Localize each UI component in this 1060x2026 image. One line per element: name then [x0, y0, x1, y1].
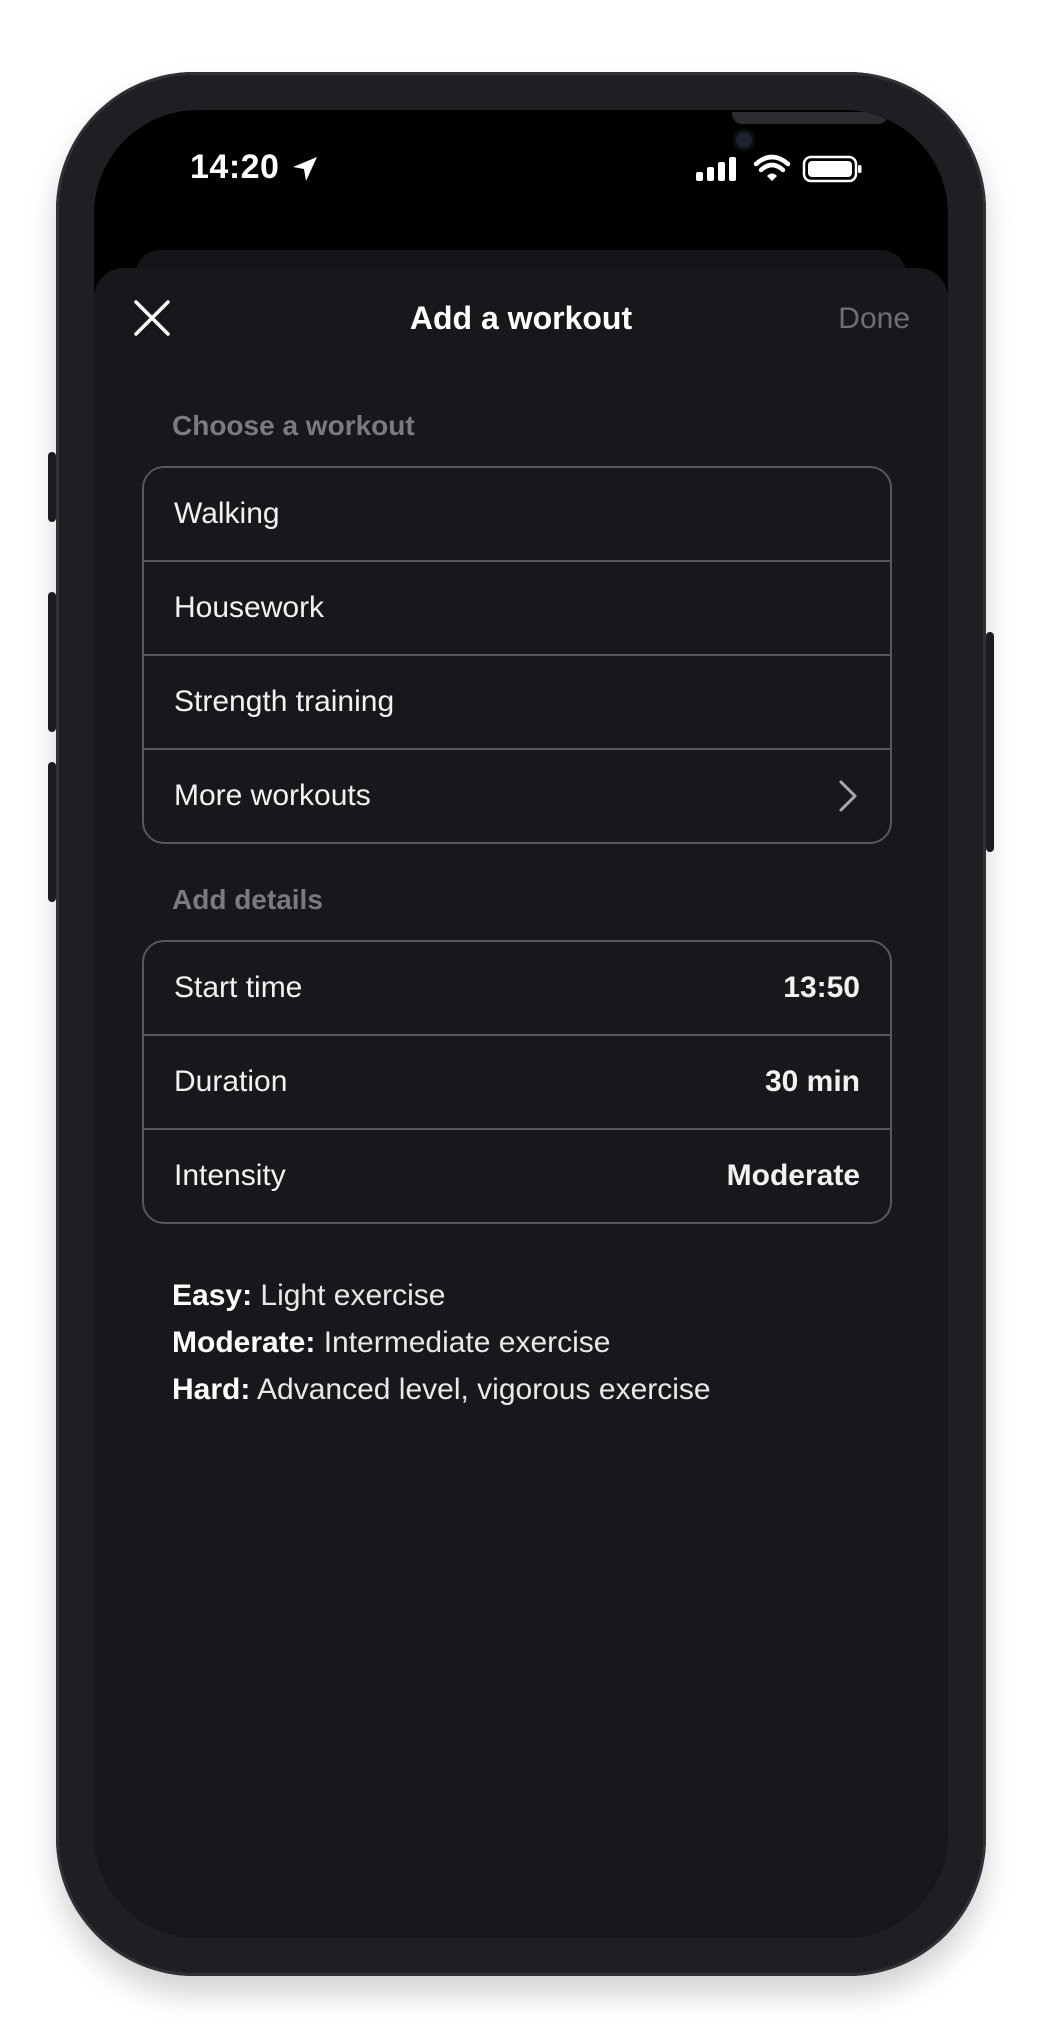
details-list: Start time 13:50 Duration 30 min Intensi…	[142, 940, 892, 1224]
detail-label: Duration	[174, 1065, 288, 1098]
screen: 14:20 Add a workout Done Choose a workou…	[94, 110, 948, 1938]
status-time: 14:20	[190, 148, 280, 186]
done-button[interactable]: Done	[838, 302, 910, 336]
volume-down-button	[48, 762, 56, 902]
legend-description: Intermediate exercise	[315, 1326, 611, 1359]
workout-list: Walking Housework Strength training More…	[142, 466, 892, 844]
wifi-icon	[753, 154, 791, 181]
duration-row[interactable]: Duration 30 min	[144, 1036, 890, 1130]
add-workout-sheet: Add a workout Done Choose a workout Walk…	[94, 268, 948, 1938]
intensity-legend-hard: Hard: Advanced level, vigorous exercise	[172, 1366, 711, 1413]
more-workouts-item[interactable]: More workouts	[144, 750, 890, 842]
screenshot-stage: 14:20 Add a workout Done Choose a workou…	[0, 0, 1060, 2026]
intensity-legend-moderate: Moderate: Intermediate exercise	[172, 1319, 711, 1366]
workout-item-walking[interactable]: Walking	[144, 468, 890, 562]
detail-value: Moderate	[726, 1159, 860, 1192]
legend-term: Easy:	[172, 1279, 253, 1312]
workout-item-housework[interactable]: Housework	[144, 562, 890, 656]
workout-item-label: Walking	[174, 497, 280, 530]
workout-item-label: More workouts	[174, 779, 371, 812]
legend-term: Moderate:	[172, 1326, 316, 1359]
chevron-right-icon	[839, 780, 857, 812]
detail-label: Intensity	[174, 1159, 286, 1192]
intensity-legend-easy: Easy: Light exercise	[172, 1272, 711, 1319]
detail-value: 13:50	[783, 971, 860, 1004]
mute-switch	[48, 452, 56, 522]
legend-description: Light exercise	[252, 1279, 446, 1312]
detail-label: Start time	[174, 971, 303, 1004]
workout-item-label: Housework	[174, 591, 325, 624]
page-title: Add a workout	[409, 300, 633, 336]
choose-workout-label: Choose a workout	[172, 410, 415, 441]
status-bar: 14:20	[94, 110, 948, 230]
battery-icon	[802, 155, 862, 183]
phone-frame: 14:20 Add a workout Done Choose a workou…	[48, 72, 994, 1976]
power-button	[986, 632, 994, 852]
location-arrow-icon	[293, 157, 317, 181]
workout-item-label: Strength training	[174, 685, 395, 718]
workout-item-strength-training[interactable]: Strength training	[144, 656, 890, 750]
intensity-row[interactable]: Intensity Moderate	[144, 1130, 890, 1222]
add-details-label: Add details	[172, 884, 323, 915]
status-icons	[696, 154, 862, 183]
legend-term: Hard:	[172, 1373, 251, 1406]
sheet-header: Add a workout Done	[94, 268, 948, 378]
volume-up-button	[48, 592, 56, 732]
start-time-row[interactable]: Start time 13:50	[144, 942, 890, 1036]
cellular-signal-icon	[696, 157, 736, 181]
detail-value: 30 min	[764, 1065, 860, 1098]
legend-description: Advanced level, vigorous exercise	[250, 1373, 711, 1406]
intensity-legend: Easy: Light exercise Moderate: Intermedi…	[172, 1272, 711, 1413]
